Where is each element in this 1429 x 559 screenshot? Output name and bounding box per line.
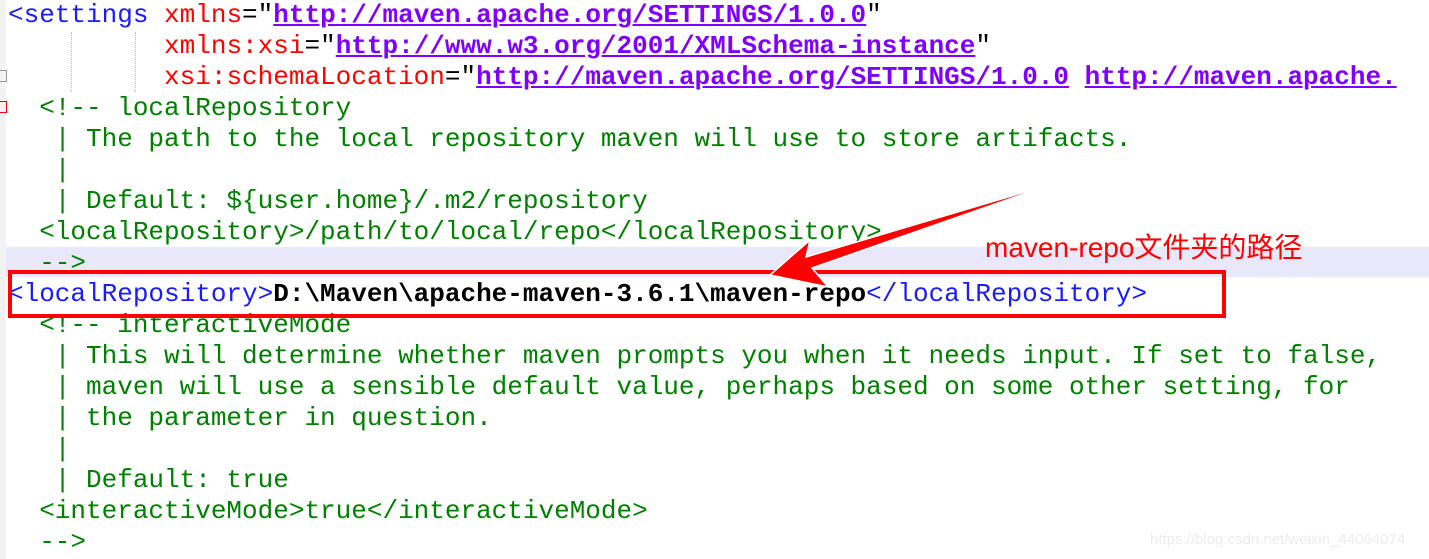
watermark: https://blog.csdn.net/weixin_44064074	[1150, 531, 1406, 548]
annotation-label: maven-repo文件夹的路径	[985, 232, 1303, 263]
arrow-annotation	[768, 182, 1056, 289]
